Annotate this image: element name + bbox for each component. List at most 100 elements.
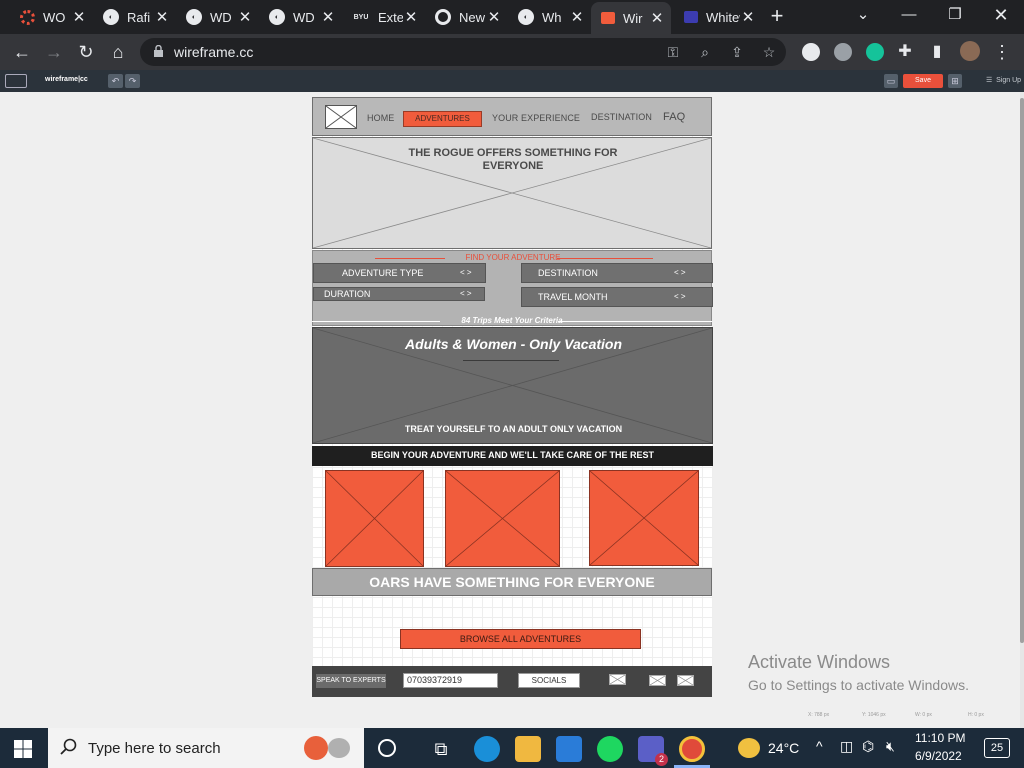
close-tab-icon[interactable]: ✕ [649,9,665,27]
close-tab-icon[interactable]: ✕ [320,8,336,26]
extension-icon[interactable] [802,43,820,61]
weather-icon[interactable] [738,738,760,758]
close-tab-icon[interactable]: ✕ [486,8,502,26]
browser-tab[interactable]: ◐ Wh ✕ [508,4,591,30]
width-readout: W: 0 px [915,712,932,718]
clock-time[interactable]: 11:10 PM [915,731,965,745]
image-placeholder[interactable] [445,470,560,567]
phone-field[interactable]: 07039372919 [403,673,498,688]
edge-icon[interactable] [474,736,500,762]
close-tab-icon[interactable]: ✕ [237,8,253,26]
browse-all-adventures-button[interactable]: BROWSE ALL ADVENTURES [400,629,641,649]
close-tab-icon[interactable]: ✕ [740,8,756,26]
lock-icon [154,45,163,57]
close-window-icon[interactable]: ✕ [986,4,1016,28]
chevrons-icon: < > [674,292,686,301]
more-menu-icon[interactable]: ⋮ [990,40,1014,64]
close-tab-icon[interactable]: ✕ [154,8,170,26]
x-coordinate: X: 788 px [808,712,830,718]
teams-icon[interactable]: 2 [638,736,668,766]
logo-placeholder[interactable] [325,105,357,129]
clock-date[interactable]: 6/9/2022 [915,749,962,763]
task-view-icon[interactable]: ⧉ [428,736,454,762]
home-icon[interactable]: ⌂ [106,40,130,64]
cortana-icon[interactable] [378,739,396,757]
image-placeholder[interactable] [589,470,699,566]
browser-tab[interactable]: New ✕ [425,4,508,30]
puzzle-extensions-icon[interactable]: ✚ [893,40,917,64]
social-icon-placeholder[interactable] [609,674,626,685]
volume-muted-icon[interactable]: 🔇︎ [886,738,895,755]
bookmark-star-icon[interactable]: ☆ [760,44,778,62]
nav-your-experience[interactable]: YOUR EXPERIENCE [492,113,580,123]
tab-search-chevron-icon[interactable]: ⌄ [848,4,878,28]
forward-arrow-icon[interactable]: → [42,40,66,64]
close-tab-icon[interactable]: ✕ [71,8,87,26]
close-tab-icon[interactable]: ✕ [569,8,585,26]
trips-count-text: 84 Trips Meet Your Criteria [461,316,563,325]
browser-tab[interactable]: WO ✕ [10,4,93,30]
browser-tab[interactable]: ◐ Rafi ✕ [93,4,176,30]
key-icon[interactable]: ⚿ [664,44,682,62]
file-explorer-icon[interactable] [515,736,541,762]
nav-faq[interactable]: FAQ [663,111,685,123]
destination-select[interactable]: DESTINATION < > [521,263,713,283]
show-hidden-icons-chevron-icon[interactable]: ^ [816,738,823,754]
browser-tab[interactable]: ◐ WD ✕ [259,4,342,30]
browser-tab-active[interactable]: Wir ✕ [591,2,671,34]
whistle-icon [328,738,350,758]
share-icon[interactable]: ⇪ [728,44,746,62]
basketball-icon [304,736,328,760]
chrome-icon[interactable] [679,736,705,762]
temperature[interactable]: 24°C [768,740,799,756]
oars-heading: OARS HAVE SOMETHING FOR EVERYONE [312,568,712,596]
browser-tab[interactable]: BYU Exte ✕ [342,4,425,30]
taskbar-search[interactable]: Type here to search [48,728,364,768]
reload-icon[interactable]: ↻ [74,40,98,64]
meet-now-icon[interactable]: ◫ [840,738,853,755]
redo-icon[interactable]: ↷ [125,74,140,88]
page-menu-icon[interactable] [5,74,27,88]
sign-up-link[interactable]: ☰ Sign Up [986,76,1021,84]
undo-icon[interactable]: ↶ [108,74,123,88]
windows-start-icon[interactable] [14,740,32,758]
comment-icon[interactable]: ▭ [884,74,898,88]
vscode-icon[interactable] [556,736,582,762]
nav-destination[interactable]: DESTINATION [591,112,652,122]
save-button[interactable]: Save [903,74,943,88]
scrollbar-thumb[interactable] [1020,98,1024,643]
spotify-icon[interactable] [597,736,623,762]
notification-center[interactable]: 25 [984,738,1010,758]
settings-icon[interactable]: ⊞ [948,74,962,88]
socials-field[interactable]: SOCIALS [518,673,580,688]
social-icon-placeholder[interactable] [677,675,694,686]
speak-to-experts-button[interactable]: SPEAK TO EXPERTS [316,674,386,688]
hero-image-placeholder[interactable]: THE ROGUE OFFERS SOMETHING FOR EVERYONE [312,137,712,249]
teams-badge: 2 [655,753,668,766]
extension-icon[interactable] [834,43,852,61]
minimize-icon[interactable]: — [894,4,924,28]
browser-tab[interactable]: ◐ WD ✕ [176,4,259,30]
restore-icon[interactable]: ❐ [940,4,970,28]
zoom-icon[interactable]: ⌕ [696,44,714,62]
back-arrow-icon[interactable]: ← [10,40,34,64]
social-icon-placeholder[interactable] [649,675,666,686]
close-tab-icon[interactable]: ✕ [403,8,419,26]
wireframe-navbar[interactable]: HOME ADVENTURES YOUR EXPERIENCE DESTINAT… [312,97,712,136]
adventure-type-select[interactable]: ADVENTURE TYPE < > [313,263,486,283]
duration-select[interactable]: DURATION < > [313,287,485,301]
grammarly-icon[interactable] [866,43,884,61]
wireframe-page[interactable]: HOME ADVENTURES YOUR EXPERIENCE DESTINAT… [312,97,713,697]
travel-month-select[interactable]: TRAVEL MONTH < > [521,287,713,307]
profile-avatar[interactable] [960,41,980,61]
adults-vacation-banner[interactable]: Adults & Women - Only Vacation TREAT YOU… [312,327,713,444]
network-icon[interactable]: ⌬ [862,738,874,755]
browser-tab[interactable]: Whitew ✕ [674,4,762,30]
nav-adventures[interactable]: ADVENTURES [403,111,482,127]
image-placeholder[interactable] [325,470,424,567]
address-bar[interactable]: wireframe.cc ⚿ ⌕ ⇪ ☆ [140,38,786,66]
chrome-icon [435,9,451,25]
new-tab-icon[interactable]: + [766,5,788,28]
side-panel-icon[interactable]: ▮ [925,40,949,64]
nav-home[interactable]: HOME [367,113,394,123]
